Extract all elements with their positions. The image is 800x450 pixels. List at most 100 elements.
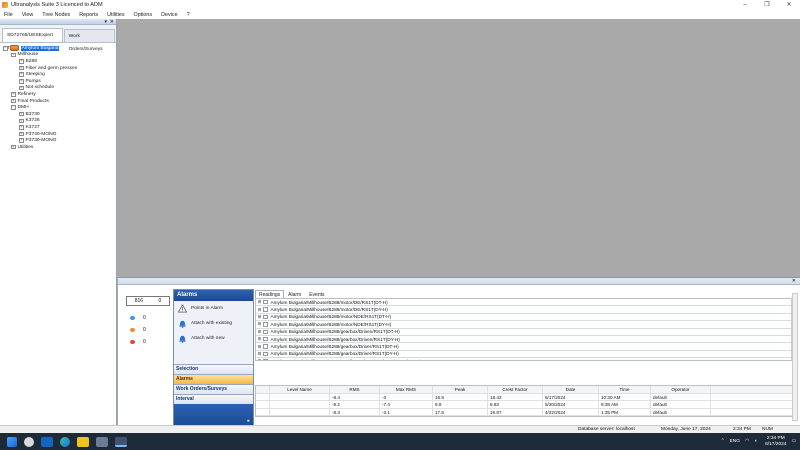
expand-icon[interactable]: + bbox=[19, 79, 24, 84]
expand-icon[interactable]: ⊞ bbox=[256, 344, 263, 350]
row-checkbox[interactable] bbox=[263, 299, 268, 305]
tree-node[interactable]: + K3726 bbox=[3, 118, 116, 125]
table-row[interactable]: -9.2 -7.4 9.8 8.83 5/20/2024 9:38 AM default bbox=[256, 401, 797, 409]
tab-expert-tree[interactable]: SD72765/UESExpert Tree bbox=[2, 28, 63, 51]
table-row[interactable]: -8.1-7.215.59.851/29/20249:48 AMdefault bbox=[256, 416, 797, 417]
tree-node[interactable]: + K3727 bbox=[3, 124, 116, 131]
column-header[interactable] bbox=[256, 386, 270, 393]
column-header[interactable]: Time bbox=[599, 386, 651, 393]
expand-icon[interactable]: + bbox=[19, 125, 24, 130]
search-icon[interactable] bbox=[24, 436, 34, 447]
row-checkbox[interactable] bbox=[263, 329, 268, 334]
table-row[interactable]: -8.4 -3 16.9 18.42 6/17/2024 10:30 AM default bbox=[256, 393, 797, 401]
row-checkbox[interactable] bbox=[263, 307, 268, 312]
menu-tree-nodes[interactable]: Tree Nodes bbox=[42, 12, 70, 18]
expand-icon[interactable]: + bbox=[19, 118, 24, 124]
nav-section-alarms[interactable]: Alarms bbox=[174, 374, 253, 384]
column-header[interactable]: RMS bbox=[330, 386, 380, 393]
nav-section-selection[interactable]: Selection bbox=[174, 364, 253, 374]
tree-node[interactable]: + Fiber and germ presses bbox=[3, 65, 116, 72]
outlook-icon[interactable] bbox=[41, 436, 53, 447]
table-row[interactable]: -8.3 -3.1 17.6 19.87 4/22/2024 1:35 PM default bbox=[256, 408, 797, 416]
close-icon[interactable]: ✕ bbox=[110, 19, 114, 25]
folder-icon[interactable] bbox=[77, 436, 89, 447]
pin-icon[interactable]: ▾ bbox=[104, 19, 107, 25]
column-header[interactable]: Operator bbox=[651, 386, 711, 393]
expand-icon[interactable]: + bbox=[19, 111, 24, 117]
chevron-down-icon[interactable]: ▸ bbox=[247, 418, 250, 424]
expand-icon[interactable]: + bbox=[11, 98, 16, 104]
tab-work-orders[interactable]: Work Orders/Surveys bbox=[63, 29, 115, 52]
tree-node[interactable]: + Steeping bbox=[3, 71, 116, 78]
reading-row[interactable]: ⊞ Amylum Bulgaria/Millhouse/B288/gearbox/… bbox=[256, 329, 797, 336]
collapse-icon[interactable]: − bbox=[11, 52, 16, 58]
minimize-button[interactable]: – bbox=[734, 0, 756, 10]
volume-icon[interactable]: ◖ bbox=[754, 439, 757, 444]
expand-icon[interactable]: ⊞ bbox=[256, 314, 263, 320]
expand-icon[interactable]: ⊞ bbox=[256, 358, 263, 360]
expand-icon[interactable]: ⊞ bbox=[256, 299, 263, 305]
reading-row[interactable]: ⊞ Amylum Bulgaria/Millhouse/B288/gearbox/… bbox=[256, 336, 797, 344]
notification-icon[interactable]: ▭ bbox=[791, 439, 796, 444]
menu-file[interactable]: File bbox=[4, 12, 13, 18]
expand-icon[interactable]: ⊞ bbox=[256, 351, 263, 357]
column-header[interactable]: Crest Factor bbox=[488, 386, 543, 393]
row-checkbox[interactable] bbox=[263, 344, 268, 349]
collapse-icon[interactable]: − bbox=[3, 46, 8, 51]
row-checkbox[interactable] bbox=[263, 322, 268, 327]
menu-reports[interactable]: Reports bbox=[79, 12, 98, 18]
reading-row[interactable]: ⊞ Amylum Bulgaria/Millhouse/B288/motor/DE… bbox=[256, 299, 797, 307]
column-header[interactable]: Max RMS bbox=[380, 386, 433, 393]
language-indicator[interactable]: ENG bbox=[730, 439, 740, 444]
menu-device[interactable]: Device bbox=[161, 12, 177, 18]
row-checkbox[interactable] bbox=[263, 314, 268, 320]
reading-row[interactable]: ⊞ Amylum Bulgaria/Millhouse/B288/gearbox/… bbox=[256, 351, 797, 359]
tray-chevron-icon[interactable]: ⌃ bbox=[721, 439, 725, 444]
nav-section-work-orders[interactable]: Work Orders/Surveys bbox=[174, 384, 253, 394]
close-icon[interactable]: ✕ bbox=[792, 278, 796, 285]
tree-node[interactable]: − DMH bbox=[3, 104, 116, 111]
row-checkbox[interactable] bbox=[263, 351, 268, 357]
expand-icon[interactable]: ⊞ bbox=[256, 321, 263, 327]
tab-events[interactable]: Events bbox=[305, 290, 328, 298]
wifi-icon[interactable]: ◠ bbox=[745, 439, 749, 444]
row-checkbox[interactable] bbox=[263, 336, 268, 342]
close-button[interactable]: ✕ bbox=[778, 0, 800, 10]
expand-icon[interactable]: + bbox=[11, 144, 16, 150]
reading-row[interactable]: ⊞ Amylum Bulgaria/Millhouse/B288/gearbox/… bbox=[256, 343, 797, 351]
panel-scrollbar[interactable] bbox=[792, 293, 798, 421]
nav-item-attach-existing[interactable]: Attach with existing bbox=[174, 316, 253, 331]
expand-icon[interactable]: + bbox=[19, 138, 24, 143]
menu-view[interactable]: View bbox=[22, 12, 34, 18]
tree-node[interactable]: + P3730-MONO bbox=[3, 137, 116, 144]
edge-icon[interactable] bbox=[60, 436, 70, 447]
tree-node[interactable]: + Final Products bbox=[3, 98, 116, 105]
tree-node[interactable]: + Utilities bbox=[3, 144, 116, 151]
menu-options[interactable]: Options bbox=[134, 12, 153, 18]
row-checkbox[interactable] bbox=[263, 359, 268, 360]
menu-help[interactable]: ? bbox=[187, 12, 190, 18]
reading-row[interactable]: ⊞ Amylum Bulgaria/Millhouse/B288/motor/DE… bbox=[256, 306, 797, 314]
expand-icon[interactable]: + bbox=[19, 72, 24, 77]
windows-start-icon[interactable] bbox=[7, 436, 17, 447]
reading-row[interactable]: ⊞ Amylum Bulgaria/Millhouse/B288/motor/ND… bbox=[256, 321, 797, 329]
tab-readings[interactable]: Readings bbox=[255, 290, 285, 298]
expand-icon[interactable]: + bbox=[19, 85, 24, 91]
tree-node[interactable]: + P3740-MONO bbox=[3, 131, 116, 138]
menu-utilities[interactable]: Utilities bbox=[107, 12, 124, 18]
column-header[interactable]: Date bbox=[543, 386, 599, 393]
reading-row[interactable]: ⊞ Amylum Bulgaria/Millhouse/B288/motor/ND… bbox=[256, 314, 797, 322]
tree-node[interactable]: + B288 bbox=[3, 58, 116, 65]
maximize-button[interactable]: ❐ bbox=[756, 0, 778, 10]
nav-section-interval[interactable]: Interval bbox=[174, 394, 253, 404]
column-header[interactable]: Level Name bbox=[270, 386, 330, 393]
tab-alarm[interactable]: Alarm bbox=[284, 290, 305, 298]
nav-item-attach-new[interactable]: Attach with new bbox=[174, 331, 253, 346]
collapse-icon[interactable]: − bbox=[11, 105, 16, 110]
tree-node[interactable]: + Refinery bbox=[3, 91, 116, 98]
expand-icon[interactable]: + bbox=[19, 59, 24, 64]
reading-row[interactable]: ⊞ Amylum Bulgaria/Millhouse/B288/Small ge… bbox=[256, 358, 797, 360]
tree-node[interactable]: + B3730 bbox=[3, 111, 116, 118]
expand-icon[interactable]: + bbox=[11, 92, 16, 97]
expand-icon[interactable]: ⊞ bbox=[256, 329, 263, 335]
